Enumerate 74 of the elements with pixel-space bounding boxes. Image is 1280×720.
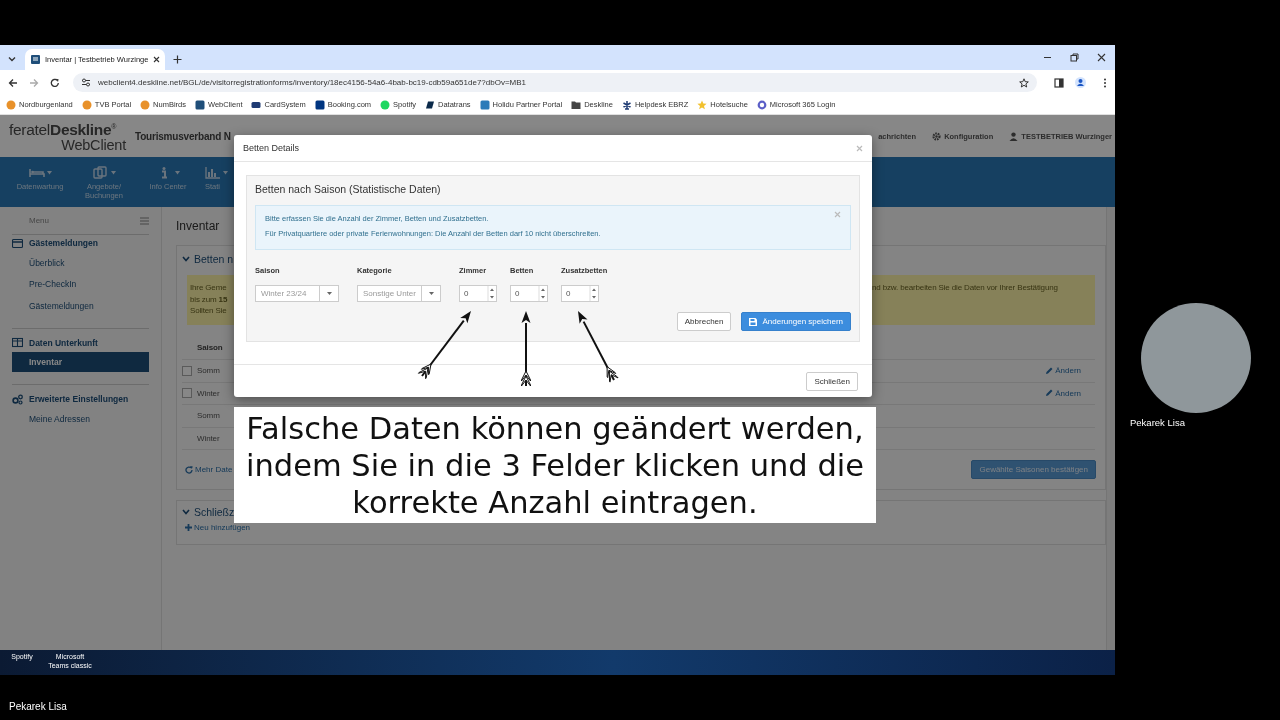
back-icon[interactable] [8, 77, 18, 88]
page-icon [31, 55, 40, 64]
profile-icon[interactable] [1075, 77, 1086, 88]
gear-icon [932, 131, 942, 141]
more-icon[interactable] [1103, 77, 1107, 88]
notice-text: Sollten Sie [190, 305, 228, 317]
save-icon [749, 317, 758, 326]
number-field[interactable]: 0 [510, 285, 548, 302]
column-header: Saison [197, 343, 224, 352]
cancel-button[interactable]: Abbrechen [676, 312, 732, 331]
caption-text: Falsche Daten können geändert werden, indem Sie in die 3 Felder klicken und die korrekte Anzahl eintragen. [244, 409, 866, 521]
caret-icon [326, 292, 332, 295]
sidebar-group[interactable]: Gästemeldungen [12, 235, 149, 251]
sidebar-title: Menu [29, 216, 49, 225]
table-cell-text: Winter [197, 433, 221, 443]
sidebar-item[interactable]: Inventar [12, 352, 149, 372]
spinner-icon[interactable] [487, 286, 496, 301]
pencil-icon [1045, 366, 1054, 375]
table-cell-text: Somm [197, 366, 221, 376]
logo-subtitle: WebClient [60, 138, 126, 154]
plus-icon[interactable] [173, 55, 182, 64]
close-icon[interactable] [1097, 53, 1106, 62]
bed-icon [28, 166, 45, 179]
pencil-icon [1045, 389, 1054, 398]
star-outline-icon[interactable] [1019, 77, 1029, 88]
plus-icon [185, 524, 192, 531]
number-field[interactable]: 0 [561, 285, 599, 302]
participant-name: Pekarek Lisa [1130, 417, 1186, 428]
columns-icon [12, 337, 23, 348]
section-heading: Schließz [194, 506, 235, 518]
card-icon [12, 237, 23, 249]
url-text: webclient4.deskline.net/BGL/de/visitorregistrationforms/inventory/18ec4156-54a6-4bab-bc19-cdb59a651de7?dbOv=MB1 [98, 78, 528, 87]
refresh-icon [185, 465, 193, 474]
chevron-down-icon[interactable] [182, 509, 190, 515]
caret-icon [428, 292, 434, 295]
spinner-icon[interactable] [538, 286, 547, 301]
panel-heading: Betten nach Saison (Statistische Daten) [255, 182, 442, 197]
restore-icon[interactable] [1070, 53, 1079, 62]
page-title: Inventar [176, 218, 220, 235]
caret-icon [223, 170, 228, 175]
copy-icon [92, 166, 109, 179]
caret-icon [110, 170, 116, 175]
spinner-icon[interactable] [589, 286, 598, 301]
checkbox[interactable] [182, 365, 192, 376]
logo-text: feratelDeskline$^{®}$ [9, 120, 118, 139]
notice-text: nd bzw. bearbeiten Sie die Daten vor Ihrer Bestätigung [872, 282, 1059, 294]
close-button[interactable]: Schließen [806, 371, 858, 391]
gears-icon [12, 393, 23, 405]
chevron-down-icon[interactable] [7, 54, 17, 64]
user-icon [1009, 131, 1019, 141]
chart-icon [205, 166, 221, 179]
modal-title: Betten Details [243, 143, 300, 153]
side-panel-icon[interactable] [1054, 77, 1064, 88]
sidebar-item[interactable]: Überblick [12, 252, 149, 273]
reload-icon[interactable] [50, 77, 60, 88]
organization-name: Tourismusverband N [135, 130, 231, 142]
sidebar-group[interactable]: Erweiterte Einstellungen [12, 391, 149, 407]
sidebar-item[interactable]: Pre-CheckIn [12, 274, 149, 294]
caret-icon [46, 170, 52, 175]
checkbox[interactable] [182, 388, 192, 399]
table-cell-text: Somm [197, 411, 221, 421]
tune-icon [81, 78, 91, 87]
notice-text: Ihre Geme [190, 282, 228, 294]
chevron-down-icon[interactable] [182, 255, 190, 262]
address-bar[interactable]: webclient4.deskline.net/BGL/de/visitorregistrationforms/inventory/18ec4156-54a6-4bab-bc19-cdb59a651de7?dbOv=MB1 [73, 73, 1037, 92]
caret-icon [174, 170, 180, 175]
section-heading: Betten n [194, 252, 234, 265]
sidebar-group[interactable]: Daten Unterkunft [12, 334, 149, 351]
table-cell-text: Winter [197, 388, 221, 398]
close-icon[interactable] [153, 56, 161, 63]
sidebar-item[interactable]: Meine Adressen [12, 408, 149, 429]
number-field[interactable]: 0 [459, 285, 497, 302]
sidebar-item[interactable]: Gästemeldungen [12, 295, 149, 316]
presenter-name: Pekarek Lisa [8, 700, 68, 714]
